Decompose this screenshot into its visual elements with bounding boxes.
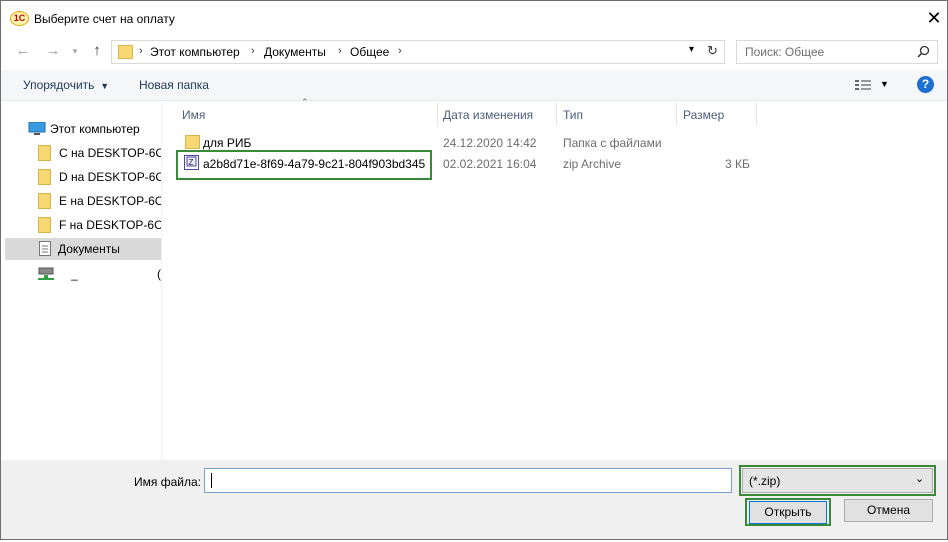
breadcrumb-documents[interactable]: Документы [264, 45, 326, 59]
dialog-title: Выберите счет на оплату [34, 12, 175, 26]
filename-label: Имя файла: [134, 475, 201, 489]
breadcrumb-this-pc[interactable]: Этот компьютер [150, 45, 240, 59]
breadcrumb-separator-icon[interactable]: › [251, 45, 255, 57]
column-header-size[interactable]: Размер [677, 102, 756, 126]
back-arrow-icon[interactable]: ← [13, 41, 33, 61]
documents-icon [39, 241, 51, 256]
organize-button[interactable]: Упорядочить ▼ [23, 78, 109, 92]
search-input[interactable]: Поиск: Общее [745, 45, 824, 59]
file-type: Папка с файлами [563, 136, 662, 150]
nav-item-documents[interactable]: Документы [5, 238, 161, 260]
column-divider[interactable] [756, 102, 757, 126]
column-label-type: Тип [563, 108, 584, 122]
network-drive-icon [38, 267, 54, 280]
folder-icon [38, 145, 51, 161]
column-label-size: Размер [683, 108, 725, 122]
view-options-icon[interactable] [855, 79, 871, 91]
folder-icon [118, 45, 133, 59]
filename-input[interactable] [204, 468, 732, 493]
nav-label: Документы [58, 242, 120, 256]
nav-label: E на DESKTOP-6CPI [59, 194, 161, 208]
new-folder-button[interactable]: Новая папка [139, 78, 209, 92]
organize-label: Упорядочить [23, 78, 95, 92]
highlight-frame-open [745, 498, 831, 526]
recent-locations-chevron-icon[interactable]: ▾ [65, 41, 85, 61]
breadcrumb-separator-icon: › [139, 45, 143, 57]
breadcrumb-shared[interactable]: Общее [350, 45, 389, 59]
folder-icon [38, 193, 51, 209]
file-name: для РИБ [203, 136, 252, 150]
nav-label: _ [71, 267, 78, 281]
file-date: 24.12.2020 14:42 [443, 136, 537, 150]
search-box[interactable]: Поиск: Общее [736, 40, 938, 64]
refresh-icon[interactable]: ↻ [707, 43, 718, 59]
1c-logo-icon: 1С [10, 11, 29, 26]
column-header-date[interactable]: Дата изменения [438, 102, 556, 126]
file-size: 3 КБ [725, 157, 750, 171]
nav-item-drive-f[interactable]: F на DESKTOP-6CPI [5, 214, 161, 236]
column-header-name[interactable]: Имя [177, 102, 437, 126]
chevron-down-icon: ▼ [97, 81, 110, 91]
nav-label: Этот компьютер [50, 122, 140, 136]
nav-item-drive-d[interactable]: D на DESKTOP-6CP [5, 166, 161, 188]
search-icon [917, 45, 930, 58]
column-label-name: Имя [182, 108, 206, 122]
nav-item-drive-e[interactable]: E на DESKTOP-6CPI [5, 190, 161, 212]
nav-label: C на DESKTOP-6CP [59, 146, 161, 160]
column-label-date: Дата изменения [443, 108, 534, 122]
folder-icon [38, 169, 51, 185]
nav-label: D на DESKTOP-6CP [59, 170, 161, 184]
file-date: 02.02.2021 16:04 [443, 157, 537, 171]
computer-icon [28, 122, 46, 135]
address-dropdown-icon[interactable]: ▾ [689, 44, 694, 55]
file-type: zip Archive [563, 157, 622, 171]
text-caret [211, 473, 212, 488]
title-bar: 1С Выберите счет на оплату ✕ [1, 1, 947, 33]
nav-item-drive-c[interactable]: C на DESKTOP-6CP [5, 142, 161, 164]
folder-icon [38, 217, 51, 233]
nav-label: F на DESKTOP-6CPI [59, 218, 161, 232]
pane-splitter[interactable] [161, 101, 162, 461]
folder-icon [185, 135, 200, 149]
address-bar[interactable]: › Этот компьютер › Документы › Общее › ▾… [111, 40, 725, 64]
highlight-frame-filter [739, 465, 936, 496]
cancel-button[interactable]: Отмена [844, 499, 933, 522]
help-icon[interactable]: ? [917, 76, 934, 93]
view-dropdown-chevron-icon[interactable]: ▼ [880, 79, 889, 89]
breadcrumb-separator-icon[interactable]: › [338, 45, 342, 57]
up-arrow-icon[interactable]: ↑ [87, 41, 107, 61]
breadcrumb-separator-icon[interactable]: › [398, 45, 402, 57]
close-button[interactable]: ✕ [919, 6, 947, 30]
column-header-type[interactable]: Тип [557, 102, 676, 126]
command-bar: Упорядочить ▼ Новая папка ▼ ? [1, 70, 947, 101]
nav-item-network-drive[interactable]: _ ( [5, 263, 161, 285]
highlight-frame-file [176, 150, 432, 180]
forward-arrow-icon[interactable]: → [43, 41, 63, 61]
file-open-dialog: 1С Выберите счет на оплату ✕ ← → ▾ ↑ › Э… [0, 0, 948, 540]
nav-item-this-pc[interactable]: Этот компьютер [5, 118, 161, 140]
